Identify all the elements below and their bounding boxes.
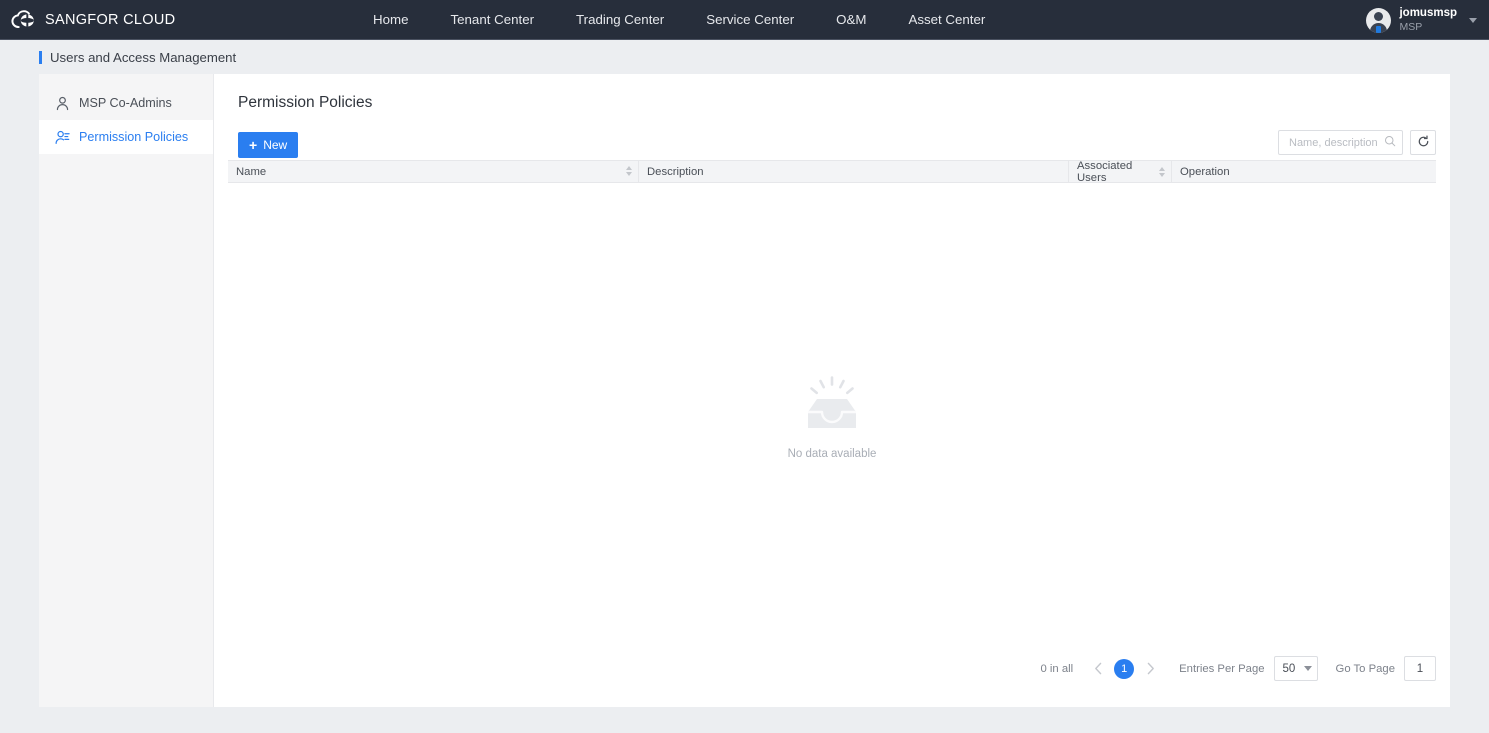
- sidebar-item-permission-policies[interactable]: Permission Policies: [39, 120, 213, 154]
- breadcrumb-label: Users and Access Management: [50, 49, 237, 65]
- nav-item-home[interactable]: Home: [352, 0, 429, 40]
- column-header-label: Associated Users: [1077, 159, 1133, 184]
- sidebar-item-msp-co-admins[interactable]: MSP Co-Admins: [39, 86, 213, 120]
- table-header-row: Name Description Associated Users Operat…: [228, 159, 1436, 184]
- new-button[interactable]: + New: [238, 132, 299, 158]
- entries-per-page-value: 50: [1282, 662, 1296, 675]
- plus-icon: +: [249, 137, 258, 153]
- column-header-name[interactable]: Name: [228, 160, 639, 183]
- go-to-page-label: Go To Page: [1335, 662, 1395, 675]
- nav-item-om[interactable]: O&M: [815, 0, 887, 40]
- nav-item-service-center[interactable]: Service Center: [685, 0, 815, 40]
- search-input[interactable]: [1287, 135, 1384, 150]
- sidebar-item-label: Permission Policies: [79, 130, 189, 144]
- user-key-icon: [55, 130, 70, 145]
- entries-per-page-select[interactable]: 50: [1273, 656, 1318, 681]
- toolbar: + New: [228, 112, 1436, 160]
- nav-item-tenant-center[interactable]: Tenant Center: [429, 0, 555, 40]
- user-name: jomusmsp: [1399, 7, 1457, 20]
- sidebar-item-label: MSP Co-Admins: [79, 96, 172, 110]
- refresh-icon: [1417, 134, 1430, 151]
- entries-per-page-label: Entries Per Page: [1179, 662, 1265, 675]
- chevron-down-icon[interactable]: [1469, 17, 1477, 23]
- prev-page-button[interactable]: [1087, 658, 1109, 680]
- nav-item-asset-center[interactable]: Asset Center: [887, 0, 1006, 40]
- breadcrumb: Users and Access Management: [0, 40, 1489, 74]
- empty-state: No data available: [228, 183, 1436, 653]
- column-header-associated-users[interactable]: Associated Users: [1069, 159, 1172, 184]
- refresh-button[interactable]: [1410, 130, 1436, 155]
- brand-name: SANGFOR CLOUD: [45, 11, 176, 28]
- avatar: [1366, 7, 1392, 33]
- search-box[interactable]: [1278, 130, 1403, 155]
- sidebar: MSP Co-Admins Permission Policies: [39, 74, 214, 707]
- column-header-label: Name: [236, 165, 267, 178]
- main-nav: Home Tenant Center Trading Center Servic…: [352, 0, 1006, 40]
- go-to-page-input[interactable]: [1404, 656, 1436, 681]
- next-page-button[interactable]: [1139, 658, 1161, 680]
- sort-icon[interactable]: [626, 166, 632, 176]
- brand[interactable]: SANGFOR CLOUD: [0, 9, 175, 31]
- column-header-label: Operation: [1180, 165, 1230, 178]
- breadcrumb-marker-icon: [39, 50, 42, 64]
- page-title: Permission Policies: [238, 94, 373, 111]
- table: Name Description Associated Users Operat…: [228, 160, 1436, 653]
- new-button-label: New: [263, 138, 288, 152]
- empty-state-text: No data available: [787, 448, 877, 460]
- page-number-1[interactable]: 1: [1114, 658, 1135, 679]
- user-menu[interactable]: jomusmsp MSP: [1366, 0, 1477, 40]
- total-count-label: 0 in all: [1040, 662, 1074, 675]
- search-icon[interactable]: [1384, 134, 1396, 152]
- content-panel: Permission Policies + New Name, descript…: [214, 74, 1450, 707]
- column-header-operation: Operation: [1172, 160, 1436, 183]
- cloud-globe-logo-icon: [10, 9, 36, 31]
- nav-item-trading-center[interactable]: Trading Center: [555, 0, 685, 40]
- user-role: MSP: [1399, 20, 1423, 33]
- column-header-label: Description: [647, 165, 704, 178]
- pagination: 0 in all 1 Entries Per Page 50 Go To Pag…: [1040, 656, 1436, 681]
- user-icon: [55, 96, 70, 111]
- top-navigation-bar: SANGFOR CLOUD Home Tenant Center Trading…: [0, 0, 1489, 40]
- caret-down-icon: [1303, 666, 1312, 671]
- column-header-description: Description: [639, 160, 1069, 183]
- sort-icon[interactable]: [1159, 166, 1165, 177]
- empty-box-icon: [800, 376, 864, 437]
- page-body: MSP Co-Admins Permission Policies Permis…: [0, 74, 1489, 707]
- toolbar-right: [1278, 130, 1436, 155]
